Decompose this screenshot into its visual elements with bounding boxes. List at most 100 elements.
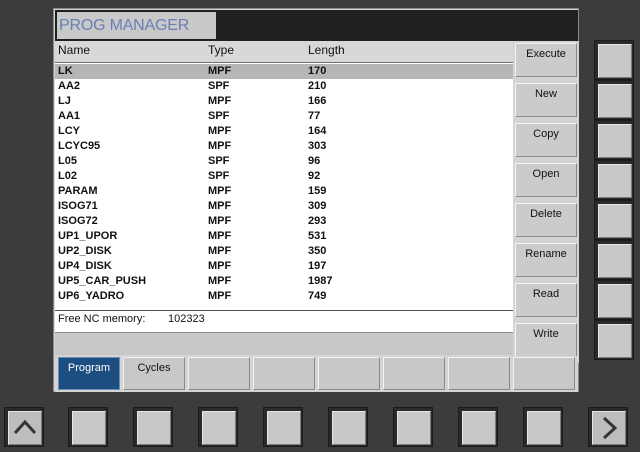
program-name: L05 xyxy=(58,155,77,167)
table-row[interactable]: LJ MPF 166 xyxy=(55,94,513,109)
new-softkey[interactable]: New xyxy=(515,83,577,117)
table-row[interactable]: PARAM MPF 159 xyxy=(55,184,513,199)
open-softkey[interactable]: Open xyxy=(515,163,577,197)
softkey-4[interactable] xyxy=(253,357,315,390)
table-row[interactable]: L05 SPF 96 xyxy=(55,154,513,169)
table-row[interactable]: AA2 SPF 210 xyxy=(55,79,513,94)
table-row[interactable]: LK MPF 170 xyxy=(55,64,513,79)
softkey-8[interactable] xyxy=(513,357,575,390)
cnc-screen: PROG MANAGER Name Type Length LK MPF 170 AA… xyxy=(53,8,579,392)
table-row[interactable]: LCY MPF 164 xyxy=(55,124,513,139)
program-length: 293 xyxy=(308,215,327,227)
program-name: PARAM xyxy=(58,185,98,197)
program-length: 1987 xyxy=(308,275,333,287)
softkey-3[interactable] xyxy=(188,357,250,390)
softkey-7[interactable] xyxy=(448,357,510,390)
program-type: MPF xyxy=(208,245,232,257)
program-type: SPF xyxy=(208,110,230,122)
title-bar: PROG MANAGER xyxy=(55,10,578,41)
column-header-type: Type xyxy=(208,43,235,57)
side-button-4[interactable] xyxy=(594,160,634,200)
column-header-name: Name xyxy=(58,43,91,57)
read-softkey[interactable]: Read xyxy=(515,283,577,317)
program-type: MPF xyxy=(208,260,232,272)
panel-button-1[interactable] xyxy=(68,407,108,447)
program-type: SPF xyxy=(208,80,230,92)
program-softkey[interactable]: Program xyxy=(58,357,120,390)
panel-button-4[interactable] xyxy=(263,407,303,447)
recall-button[interactable] xyxy=(4,407,44,447)
program-length: 96 xyxy=(308,155,321,167)
panel-button-5[interactable] xyxy=(328,407,368,447)
panel-button-7[interactable] xyxy=(458,407,498,447)
table-row[interactable]: ISOG72 MPF 293 xyxy=(55,214,513,229)
etc-button[interactable] xyxy=(588,407,628,447)
program-name: UP6_YADRO xyxy=(58,290,125,302)
program-length: 303 xyxy=(308,140,327,152)
program-name: LCY xyxy=(58,125,80,137)
program-type: MPF xyxy=(208,140,232,152)
program-length: 749 xyxy=(308,290,327,302)
side-button-8[interactable] xyxy=(594,320,634,360)
program-name: LJ xyxy=(58,95,71,107)
horizontal-softkey-bar: Program Cycles xyxy=(55,356,578,392)
side-button-3[interactable] xyxy=(594,120,634,160)
table-row[interactable]: LCYC95 MPF 303 xyxy=(55,139,513,154)
program-type: MPF xyxy=(208,185,232,197)
program-name: AA2 xyxy=(58,80,81,92)
panel-button-8[interactable] xyxy=(523,407,563,447)
table-row[interactable]: UP2_DISK MPF 350 xyxy=(55,244,513,259)
side-button-2[interactable] xyxy=(594,80,634,120)
program-type: MPF xyxy=(208,200,232,212)
program-name: LK xyxy=(58,65,73,77)
copy-softkey[interactable]: Copy xyxy=(515,123,577,157)
program-length: 531 xyxy=(308,230,327,242)
program-type: MPF xyxy=(208,275,232,287)
window-title: PROG MANAGER xyxy=(57,12,216,39)
panel-button-6[interactable] xyxy=(393,407,433,447)
program-list[interactable]: Name Type Length LK MPF 170 AA2 SPF 210 LJ MPF 1… xyxy=(55,41,513,332)
program-type: MPF xyxy=(208,290,232,302)
program-type: MPF xyxy=(208,125,232,137)
write-softkey[interactable]: Write xyxy=(515,323,577,357)
table-row[interactable]: UP6_YADRO MPF 749 xyxy=(55,289,513,304)
side-button-7[interactable] xyxy=(594,280,634,320)
program-name: UP4_DISK xyxy=(58,260,112,272)
program-name: ISOG72 xyxy=(58,215,98,227)
status-bar xyxy=(55,332,513,355)
program-length: 210 xyxy=(308,80,327,92)
side-button-1[interactable] xyxy=(594,40,634,80)
program-length: 350 xyxy=(308,245,327,257)
table-row[interactable]: AA1 SPF 77 xyxy=(55,109,513,124)
program-name: AA1 xyxy=(58,110,81,122)
program-name: LCYC95 xyxy=(58,140,101,152)
panel-button-3[interactable] xyxy=(198,407,238,447)
softkey-6[interactable] xyxy=(383,357,445,390)
table-row[interactable]: UP5_CAR_PUSH MPF 1987 xyxy=(55,274,513,289)
column-header-length: Length xyxy=(308,43,345,57)
panel-button-2[interactable] xyxy=(133,407,173,447)
table-row[interactable]: ISOG71 MPF 309 xyxy=(55,199,513,214)
table-row[interactable]: UP4_DISK MPF 197 xyxy=(55,259,513,274)
table-row[interactable]: UP1_UPOR MPF 531 xyxy=(55,229,513,244)
side-button-5[interactable] xyxy=(594,200,634,240)
free-memory-label: Free NC memory: xyxy=(58,313,146,325)
program-length: 197 xyxy=(308,260,327,272)
side-button-6[interactable] xyxy=(594,240,634,280)
program-type: MPF xyxy=(208,230,232,242)
program-name: UP2_DISK xyxy=(58,245,112,257)
table-row[interactable]: L02 SPF 92 xyxy=(55,169,513,184)
program-length: 170 xyxy=(308,65,327,77)
program-length: 77 xyxy=(308,110,321,122)
program-length: 92 xyxy=(308,170,321,182)
free-memory-value: 102323 xyxy=(168,313,205,325)
delete-softkey[interactable]: Delete xyxy=(515,203,577,237)
cycles-softkey[interactable]: Cycles xyxy=(123,357,185,390)
divider xyxy=(55,310,513,311)
softkey-5[interactable] xyxy=(318,357,380,390)
vertical-softkey-bar: Execute New Copy Open Delete Rename Read… xyxy=(513,41,579,363)
program-type: SPF xyxy=(208,170,230,182)
rename-softkey[interactable]: Rename xyxy=(515,243,577,277)
program-name: ISOG71 xyxy=(58,200,98,212)
execute-softkey[interactable]: Execute xyxy=(515,43,577,77)
